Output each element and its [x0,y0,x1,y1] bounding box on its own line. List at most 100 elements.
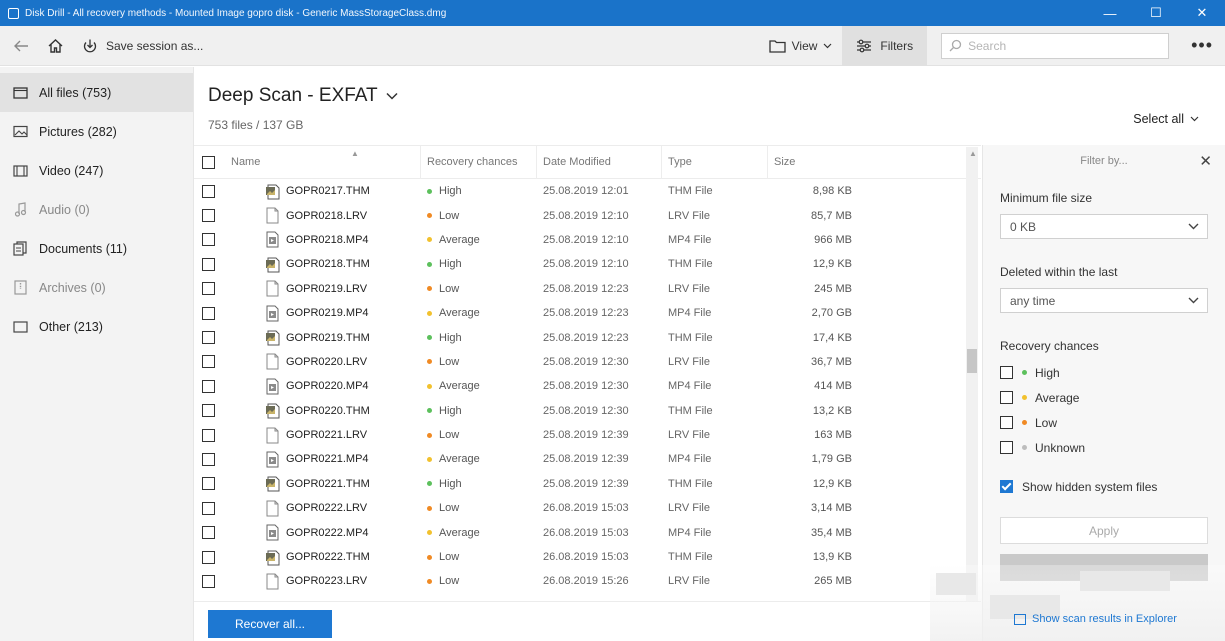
deleted-within-label: Deleted within the last [1000,265,1118,279]
close-window-button[interactable]: ✕ [1179,0,1225,26]
file-size: 12,9 KB [812,258,852,271]
recovery-chance: Low [439,209,460,222]
date-modified: 26.08.2019 15:03 [543,551,629,564]
deleted-within-select[interactable]: any time [1000,288,1208,313]
more-options-button[interactable]: ••• [1179,35,1225,56]
row-checkbox[interactable] [202,257,215,271]
scan-title-dropdown[interactable]: Deep Scan - EXFAT [208,85,398,107]
sidebar-item-documents[interactable]: Documents (11) [0,229,193,268]
filters-button[interactable]: Filters [842,25,928,66]
recovery-filter-label: Low [1035,415,1058,430]
recovery-chance: Average [439,380,480,393]
row-checkbox[interactable] [202,184,215,198]
file-name: GOPR0220.LRV [286,355,368,368]
row-checkbox[interactable] [202,550,215,564]
recovery-filter-unknown[interactable]: Unknown [1000,435,1208,460]
row-checkbox[interactable] [202,477,215,491]
sidebar-item-all-files[interactable]: All files (753) [0,73,193,112]
file-type: THM File [668,551,713,564]
file-type: MP4 File [668,453,712,466]
select-all-button[interactable]: Select all [1133,112,1199,126]
sidebar-item-video[interactable]: Video (247) [0,151,193,190]
table-row[interactable]: GOPR0222.THM Low 26.08.2019 15:03 THM File 1… [194,545,981,569]
row-checkbox[interactable] [202,209,215,223]
date-modified: 25.08.2019 12:30 [543,355,629,368]
table-row[interactable]: GOPR0220.LRV Low 25.08.2019 12:30 LRV File 3… [194,350,981,374]
table-row[interactable]: GOPR0219.LRV Low 25.08.2019 12:23 LRV File 2… [194,277,981,301]
table-row[interactable]: GOPR0222.LRV Low 26.08.2019 15:03 LRV File 3… [194,496,981,520]
recover-all-button[interactable]: Recover all... [208,610,332,638]
table-row[interactable]: GOPR0222.MP4 Average 26.08.2019 15:03 MP4 F… [194,520,981,544]
row-checkbox[interactable] [202,501,215,515]
table-row[interactable]: GOPR0219.MP4 Average 25.08.2019 12:23 MP4 F… [194,301,981,325]
row-checkbox[interactable] [202,428,215,442]
sidebar-item-audio[interactable]: Audio (0) [0,190,193,229]
close-filter-panel-icon[interactable]: ✕ [1199,152,1212,170]
recovery-chance: Average [439,233,480,246]
minimize-button[interactable]: — [1087,0,1133,26]
recovery-chance: Low [439,551,460,564]
recovery-filter-high[interactable]: High [1000,360,1208,385]
row-checkbox[interactable] [202,526,215,540]
table-row[interactable]: GOPR0223.LRV Low 26.08.2019 15:26 LRV File 2… [194,569,981,593]
sidebar-item-other[interactable]: Other (213) [0,307,193,346]
show-hidden-files-checkbox[interactable] [1000,480,1013,493]
back-button[interactable] [4,26,38,66]
row-checkbox[interactable] [202,379,215,393]
recovery-filter-average[interactable]: Average [1000,385,1208,410]
row-checkbox[interactable] [202,331,215,345]
recovery-filter-label: Unknown [1035,440,1086,455]
sidebar-item-pictures[interactable]: Pictures (282) [0,112,193,151]
file-size: 3,14 MB [811,502,852,515]
select-all-checkbox[interactable] [202,155,215,169]
min-size-select[interactable]: 0 KB [1000,214,1208,239]
row-checkbox[interactable] [202,233,215,247]
search-box[interactable] [941,32,1170,59]
scroll-up-icon[interactable]: ▲ [969,149,977,158]
table-row[interactable]: GOPR0218.THM High 25.08.2019 12:10 THM File… [194,252,981,276]
table-row[interactable]: GOPR0217.THM High 25.08.2019 12:01 THM File… [194,179,981,203]
recovery-filter-checkbox[interactable] [1000,416,1013,429]
table-row[interactable]: GOPR0221.LRV Low 25.08.2019 12:39 LRV File 1… [194,423,981,447]
column-header-recovery[interactable]: Recovery chances [421,146,537,179]
row-checkbox[interactable] [202,574,215,588]
sidebar-item-archives[interactable]: Archives (0) [0,268,193,307]
row-checkbox[interactable] [202,452,215,466]
search-input[interactable] [968,38,1159,53]
recovery-dot [427,408,432,414]
column-header-date[interactable]: Date Modified [537,146,662,179]
home-button[interactable] [38,26,73,66]
maximize-button[interactable]: ☐ [1133,0,1179,26]
row-checkbox[interactable] [202,306,215,320]
scrollbar-thumb[interactable] [967,349,977,373]
file-size: 13,9 KB [812,551,852,564]
apply-filter-button[interactable]: Apply [1000,517,1208,544]
table-row[interactable]: GOPR0221.THM High 25.08.2019 12:39 THM File… [194,472,981,496]
row-checkbox[interactable] [202,355,215,369]
view-button[interactable]: View [759,26,843,66]
table-row[interactable]: GOPR0220.MP4 Average 25.08.2019 12:30 MP4 F… [194,374,981,398]
file-name: GOPR0218.MP4 [286,233,369,246]
recovery-filter-low[interactable]: Low [1000,410,1208,435]
recovery-filter-checkbox[interactable] [1000,366,1013,379]
save-session-button[interactable]: Save session as... [73,26,212,66]
row-checkbox[interactable] [202,404,215,418]
table-row[interactable]: GOPR0220.THM High 25.08.2019 12:30 THM File… [194,399,981,423]
file-name: GOPR0222.THM [286,551,370,564]
show-in-explorer-link[interactable]: Show scan results in Explorer [1014,613,1177,625]
column-header-name[interactable]: ▲ Name [225,146,421,179]
column-header-size[interactable]: Size [768,146,968,179]
table-row[interactable]: GOPR0218.LRV Low 25.08.2019 12:10 LRV File 8… [194,203,981,227]
recovery-filter-checkbox[interactable] [1000,391,1013,404]
column-header-type[interactable]: Type [662,146,768,179]
table-row[interactable]: GOPR0218.MP4 Average 25.08.2019 12:10 MP4 F… [194,228,981,252]
table-row[interactable]: GOPR0221.MP4 Average 25.08.2019 12:39 MP4 F… [194,447,981,471]
row-checkbox[interactable] [202,282,215,296]
file-name: GOPR0222.MP4 [286,526,369,539]
file-name: GOPR0219.THM [286,331,370,344]
table-row[interactable]: GOPR0219.THM High 25.08.2019 12:23 THM File… [194,325,981,349]
recovery-filter-checkbox[interactable] [1000,441,1013,454]
date-modified: 26.08.2019 15:26 [543,575,629,588]
show-hidden-files-option[interactable]: Show hidden system files [1000,474,1208,499]
table-scrollbar[interactable]: ▲ [966,147,978,601]
